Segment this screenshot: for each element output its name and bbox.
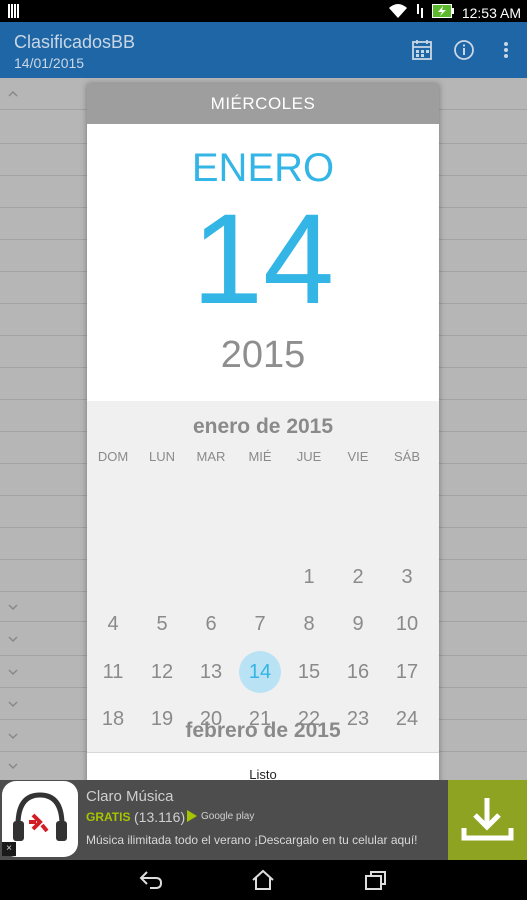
calendar-day-selected[interactable]: 14 bbox=[239, 651, 281, 693]
calendar-day[interactable]: 4 bbox=[92, 603, 134, 645]
calendar-day[interactable]: 15 bbox=[288, 651, 330, 693]
calendar-day[interactable]: 9 bbox=[337, 603, 379, 645]
info-icon[interactable] bbox=[452, 38, 476, 62]
chevron-down-icon bbox=[8, 636, 18, 643]
weekday-label: MIÉ bbox=[248, 449, 272, 464]
weekday-label: DOM bbox=[97, 449, 129, 464]
selected-day[interactable]: 14 bbox=[87, 190, 439, 330]
ad-title: Claro Música bbox=[86, 788, 174, 805]
calendar-day[interactable]: 12 bbox=[141, 651, 183, 693]
calendar-day[interactable]: 13 bbox=[190, 651, 232, 693]
calendar-grid[interactable]: enero de 2015 DOM LUN MAR MIÉ JUE VIE SÁ… bbox=[87, 401, 439, 778]
ad-banner[interactable]: × Claro Música GRATIS (13.116) Google pl… bbox=[0, 780, 527, 860]
status-bar: 12:53 AM bbox=[0, 0, 527, 22]
store-label: Google play bbox=[201, 810, 255, 822]
back-icon[interactable] bbox=[138, 868, 164, 892]
calendar-icon[interactable] bbox=[410, 38, 434, 62]
google-play-badge: Google play bbox=[186, 810, 254, 822]
weekday-label: LUN bbox=[148, 449, 175, 464]
chevron-up-icon bbox=[8, 90, 18, 97]
selected-weekday: MIÉRCOLES bbox=[87, 84, 439, 124]
calendar-day[interactable]: 8 bbox=[288, 603, 330, 645]
selected-year[interactable]: 2015 bbox=[87, 334, 439, 377]
google-play-icon bbox=[187, 810, 197, 822]
download-button[interactable] bbox=[448, 780, 527, 860]
navigation-bar bbox=[0, 860, 527, 900]
notification-icon bbox=[8, 4, 20, 23]
app-title: ClasificadosBB bbox=[14, 32, 136, 52]
calendar-day[interactable]: 2 bbox=[337, 556, 379, 598]
weekday-label: VIE bbox=[347, 449, 369, 464]
weekday-label: JUE bbox=[296, 449, 322, 464]
next-month-title: febrero de 2015 bbox=[185, 719, 341, 742]
calendar-day[interactable]: 6 bbox=[190, 603, 232, 645]
date-picker-dialog: MIÉRCOLES ENERO 14 2015 enero de 2015 DO… bbox=[87, 84, 439, 796]
ad-close-icon[interactable]: × bbox=[2, 842, 16, 856]
battery-icon bbox=[431, 4, 454, 21]
app-subtitle: 14/01/2015 bbox=[14, 55, 85, 71]
recent-apps-icon[interactable] bbox=[363, 868, 389, 892]
signal-icon bbox=[416, 3, 424, 22]
app-bar: ClasificadosBB 14/01/2015 bbox=[0, 22, 527, 78]
calendar-day[interactable]: 5 bbox=[141, 603, 183, 645]
ad-reviews: (13.116) bbox=[134, 809, 186, 825]
weekday-label: MAR bbox=[196, 449, 226, 464]
calendar-day[interactable]: 3 bbox=[386, 556, 428, 598]
calendar-day[interactable]: 10 bbox=[386, 603, 428, 645]
selected-date-header: ENERO 14 2015 bbox=[87, 124, 439, 401]
chevron-down-icon bbox=[8, 701, 18, 708]
calendar-day[interactable]: 1 bbox=[288, 556, 330, 598]
weekday-label: SÁB bbox=[393, 449, 420, 464]
overflow-menu-icon[interactable] bbox=[494, 38, 518, 62]
chevron-down-icon bbox=[8, 763, 18, 770]
selected-month[interactable]: ENERO bbox=[87, 146, 439, 191]
calendar-month-title: enero de 2015 bbox=[192, 415, 334, 438]
calendar-day[interactable]: 16 bbox=[337, 651, 379, 693]
ad-price: GRATIS bbox=[86, 810, 131, 824]
download-icon bbox=[461, 798, 514, 841]
calendar-day[interactable]: 17 bbox=[386, 651, 428, 693]
chevron-down-icon bbox=[8, 669, 18, 676]
calendar-day[interactable]: 11 bbox=[92, 651, 134, 693]
status-time: 12:53 AM bbox=[461, 4, 521, 21]
calendar-day[interactable]: 7 bbox=[239, 603, 281, 645]
weekday-header: DOM LUN MAR MIÉ JUE VIE SÁB bbox=[87, 449, 439, 467]
wifi-icon bbox=[388, 3, 408, 22]
chevron-down-icon bbox=[8, 733, 18, 740]
home-icon[interactable] bbox=[250, 868, 276, 892]
chevron-down-icon bbox=[8, 604, 18, 611]
ad-description: Música ilimitada todo el verano ¡Descarg… bbox=[86, 833, 418, 847]
